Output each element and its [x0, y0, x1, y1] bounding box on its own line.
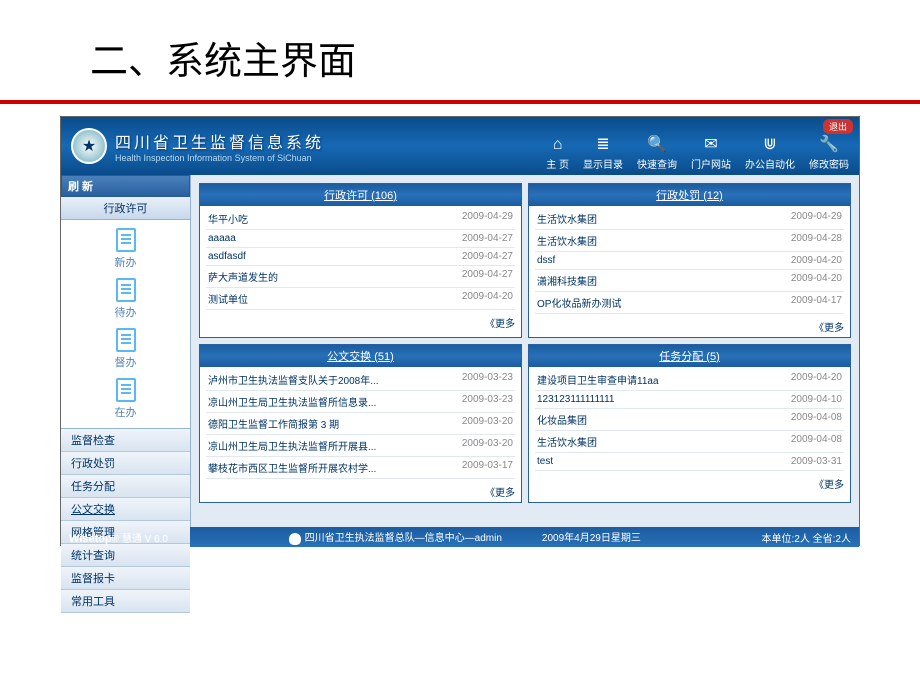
title-underline: [0, 100, 920, 104]
slide-title: 二、系统主界面: [0, 0, 920, 100]
list-item[interactable]: 生活饮水集团2009-04-28: [535, 230, 844, 252]
list-item[interactable]: 泸州市卫生执法监督支队关于2008年...2009-03-23: [206, 369, 515, 391]
sidebar-item-label: 在办: [115, 404, 137, 420]
app-body: 刷 新 行政许可 新办 待办 督办 在办: [61, 175, 859, 527]
sidebar-item-pending[interactable]: 待办: [61, 274, 190, 324]
menu-document[interactable]: 公文交换: [61, 498, 190, 521]
nav-portal[interactable]: ✉ 门户网站: [691, 134, 731, 171]
nav-home[interactable]: ⌂ 主 页: [546, 136, 569, 171]
list-item[interactable]: 生活饮水集团2009-04-08: [535, 431, 844, 453]
logo-badge: ★: [71, 128, 107, 164]
app-window: 退出 ★ 四川省卫生监督信息系统 Health Inspection Infor…: [60, 116, 860, 546]
list-item[interactable]: 建设项目卫生审查申请11aa2009-04-20: [535, 369, 844, 391]
panel-row-1: 行政许可 (106) 华平小吃2009-04-29 aaaaa2009-04-2…: [199, 183, 851, 338]
footer-org: 四川省卫生执法监督总队—信息中心—admin: [305, 533, 502, 544]
panel-document: 公文交换 (51) 泸州市卫生执法监督支队关于2008年...2009-03-2…: [199, 344, 522, 503]
list-item[interactable]: dssf2009-04-20: [535, 252, 844, 270]
sidebar-item-label: 新办: [115, 254, 137, 270]
list-item[interactable]: OP化妆品新办测试2009-04-17: [535, 292, 844, 314]
panel-row-2: 公文交换 (51) 泸州市卫生执法监督支队关于2008年...2009-03-2…: [199, 344, 851, 503]
list-item[interactable]: 德阳卫生监督工作简报第 3 期2009-03-20: [206, 413, 515, 435]
menu-inspection[interactable]: 监督检查: [61, 429, 190, 452]
panel-body: 生活饮水集团2009-04-29 生活饮水集团2009-04-28 dssf20…: [529, 206, 850, 316]
sidebar-section-title: 行政许可: [61, 197, 190, 220]
nav-label: 快速查询: [637, 156, 677, 171]
nav-label: 门户网站: [691, 156, 731, 171]
header-nav: ⌂ 主 页 ≣ 显示目录 🔍 快速查询 ✉ 门户网站 ⋓ 办公自动化 🔧 修改密: [546, 134, 849, 171]
list-item[interactable]: 凉山州卫生局卫生执法监督所开展县...2009-03-20: [206, 435, 515, 457]
app-header: 退出 ★ 四川省卫生监督信息系统 Health Inspection Infor…: [61, 117, 859, 175]
footer-datetime: 2009年4月29日星期三: [542, 529, 641, 544]
title-block: 四川省卫生监督信息系统 Health Inspection Informatio…: [115, 129, 324, 163]
sidebar-items: 新办 待办 督办 在办: [61, 220, 190, 428]
nav-label: 主 页: [546, 156, 569, 171]
panel-header[interactable]: 任务分配 (5): [529, 345, 850, 367]
footer-center: 四川省卫生执法监督总队—信息中心—admin 2009年4月29日星期三: [289, 529, 641, 544]
document-icon: [116, 278, 136, 302]
document-icon: [116, 328, 136, 352]
list-item[interactable]: asdfasdf2009-04-27: [206, 248, 515, 266]
panel-penalty: 行政处罚 (12) 生活饮水集团2009-04-29 生活饮水集团2009-04…: [528, 183, 851, 338]
menu-tools[interactable]: 常用工具: [61, 590, 190, 613]
document-icon: [116, 378, 136, 402]
list-item[interactable]: 生活饮水集团2009-04-29: [535, 208, 844, 230]
panel-body: 建设项目卫生审查申请11aa2009-04-20 123123111111111…: [529, 367, 850, 473]
menu-report[interactable]: 监督报卡: [61, 567, 190, 590]
user-icon: [289, 533, 301, 545]
list-icon: ≣: [596, 134, 609, 154]
list-item[interactable]: aaaaa2009-04-27: [206, 230, 515, 248]
app-title: 四川省卫生监督信息系统: [115, 129, 324, 153]
wrench-icon: 🔧: [819, 134, 839, 154]
sidebar-item-label: 督办: [115, 354, 137, 370]
footer-stats: 本单位:2人 全省:2人: [762, 530, 851, 545]
mail-icon: ✉: [704, 134, 717, 154]
list-item[interactable]: 攀枝花市西区卫生监督所开展农村学...2009-03-17: [206, 457, 515, 479]
more-link[interactable]: 《更多: [200, 481, 521, 502]
list-item[interactable]: 测试单位2009-04-20: [206, 288, 515, 310]
panel-body: 泸州市卫生执法监督支队关于2008年...2009-03-23 凉山州卫生局卫生…: [200, 367, 521, 481]
nav-catalog[interactable]: ≣ 显示目录: [583, 134, 623, 171]
main-content: 行政许可 (106) 华平小吃2009-04-29 aaaaa2009-04-2…: [191, 175, 859, 527]
menu-penalty[interactable]: 行政处罚: [61, 452, 190, 475]
list-item[interactable]: 华平小吃2009-04-29: [206, 208, 515, 230]
list-item[interactable]: 化妆品集团2009-04-08: [535, 409, 844, 431]
search-icon: 🔍: [647, 134, 667, 154]
nav-label: 显示目录: [583, 156, 623, 171]
nav-oa[interactable]: ⋓ 办公自动化: [745, 134, 795, 171]
footer-brand: Wisetop® 慧通 V 6.0: [69, 530, 168, 545]
panel-license: 行政许可 (106) 华平小吃2009-04-29 aaaaa2009-04-2…: [199, 183, 522, 338]
list-item[interactable]: 萨大声道发生的2009-04-27: [206, 266, 515, 288]
home-icon: ⌂: [553, 136, 563, 154]
nav-label: 修改密码: [809, 156, 849, 171]
list-item[interactable]: 凉山州卫生局卫生执法监督所信息录...2009-03-23: [206, 391, 515, 413]
sidebar-item-supervise[interactable]: 督办: [61, 324, 190, 374]
nav-password[interactable]: 🔧 修改密码: [809, 134, 849, 171]
list-item[interactable]: test2009-03-31: [535, 453, 844, 471]
app-subtitle: Health Inspection Information System of …: [115, 153, 324, 163]
sidebar-item-label: 待办: [115, 304, 137, 320]
more-link[interactable]: 《更多: [529, 473, 850, 494]
more-link[interactable]: 《更多: [200, 312, 521, 333]
panel-header[interactable]: 行政处罚 (12): [529, 184, 850, 206]
sidebar: 刷 新 行政许可 新办 待办 督办 在办: [61, 175, 191, 527]
header-left: ★ 四川省卫生监督信息系统 Health Inspection Informat…: [71, 128, 324, 164]
panel-task: 任务分配 (5) 建设项目卫生审查申请11aa2009-04-20 123123…: [528, 344, 851, 503]
sidebar-menu: 监督检查 行政处罚 任务分配 公文交换 网格管理 统计查询 监督报卡 常用工具: [61, 428, 190, 613]
more-link[interactable]: 《更多: [529, 316, 850, 337]
magnet-icon: ⋓: [763, 134, 776, 154]
list-item[interactable]: 潇湘科技集团2009-04-20: [535, 270, 844, 292]
nav-search[interactable]: 🔍 快速查询: [637, 134, 677, 171]
document-icon: [116, 228, 136, 252]
panel-header[interactable]: 行政许可 (106): [200, 184, 521, 206]
logout-button[interactable]: 退出: [823, 119, 853, 134]
panel-header[interactable]: 公文交换 (51): [200, 345, 521, 367]
sidebar-item-new[interactable]: 新办: [61, 224, 190, 274]
list-item[interactable]: 1231231111111112009-04-10: [535, 391, 844, 409]
nav-label: 办公自动化: [745, 156, 795, 171]
refresh-button[interactable]: 刷 新: [61, 175, 190, 197]
menu-stats[interactable]: 统计查询: [61, 544, 190, 567]
menu-task[interactable]: 任务分配: [61, 475, 190, 498]
sidebar-item-inprogress[interactable]: 在办: [61, 374, 190, 424]
panel-body: 华平小吃2009-04-29 aaaaa2009-04-27 asdfasdf2…: [200, 206, 521, 312]
